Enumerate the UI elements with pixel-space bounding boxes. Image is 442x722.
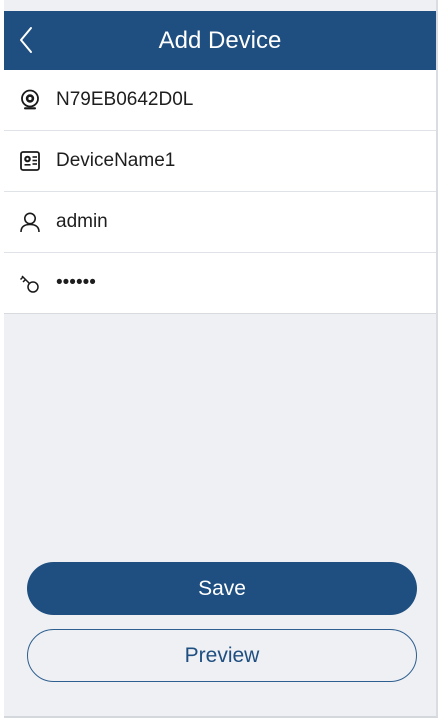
device-name-field [4, 131, 436, 192]
device-name-input[interactable] [56, 141, 436, 181]
save-button-label: Save [198, 576, 246, 600]
preview-button-label: Preview [184, 643, 260, 667]
back-button[interactable] [8, 20, 44, 60]
preview-button[interactable]: Preview [27, 629, 417, 682]
device-form [4, 70, 436, 314]
device-card-icon [19, 150, 41, 172]
username-field [4, 192, 436, 253]
serial-number-field [4, 70, 436, 131]
camera-icon [19, 89, 41, 111]
chevron-left-icon [20, 27, 32, 53]
add-device-screen: Add Device N79EB0642D0L DeviceName1 admi… [4, 0, 438, 718]
serial-number-input[interactable] [56, 80, 436, 120]
app-header: Add Device [4, 11, 436, 70]
key-icon [19, 272, 41, 294]
page-title: Add Device [158, 27, 282, 54]
save-button[interactable]: Save [27, 562, 417, 615]
password-field [4, 253, 436, 314]
password-input[interactable] [56, 263, 436, 303]
username-input[interactable] [56, 202, 436, 242]
user-icon [19, 211, 41, 233]
